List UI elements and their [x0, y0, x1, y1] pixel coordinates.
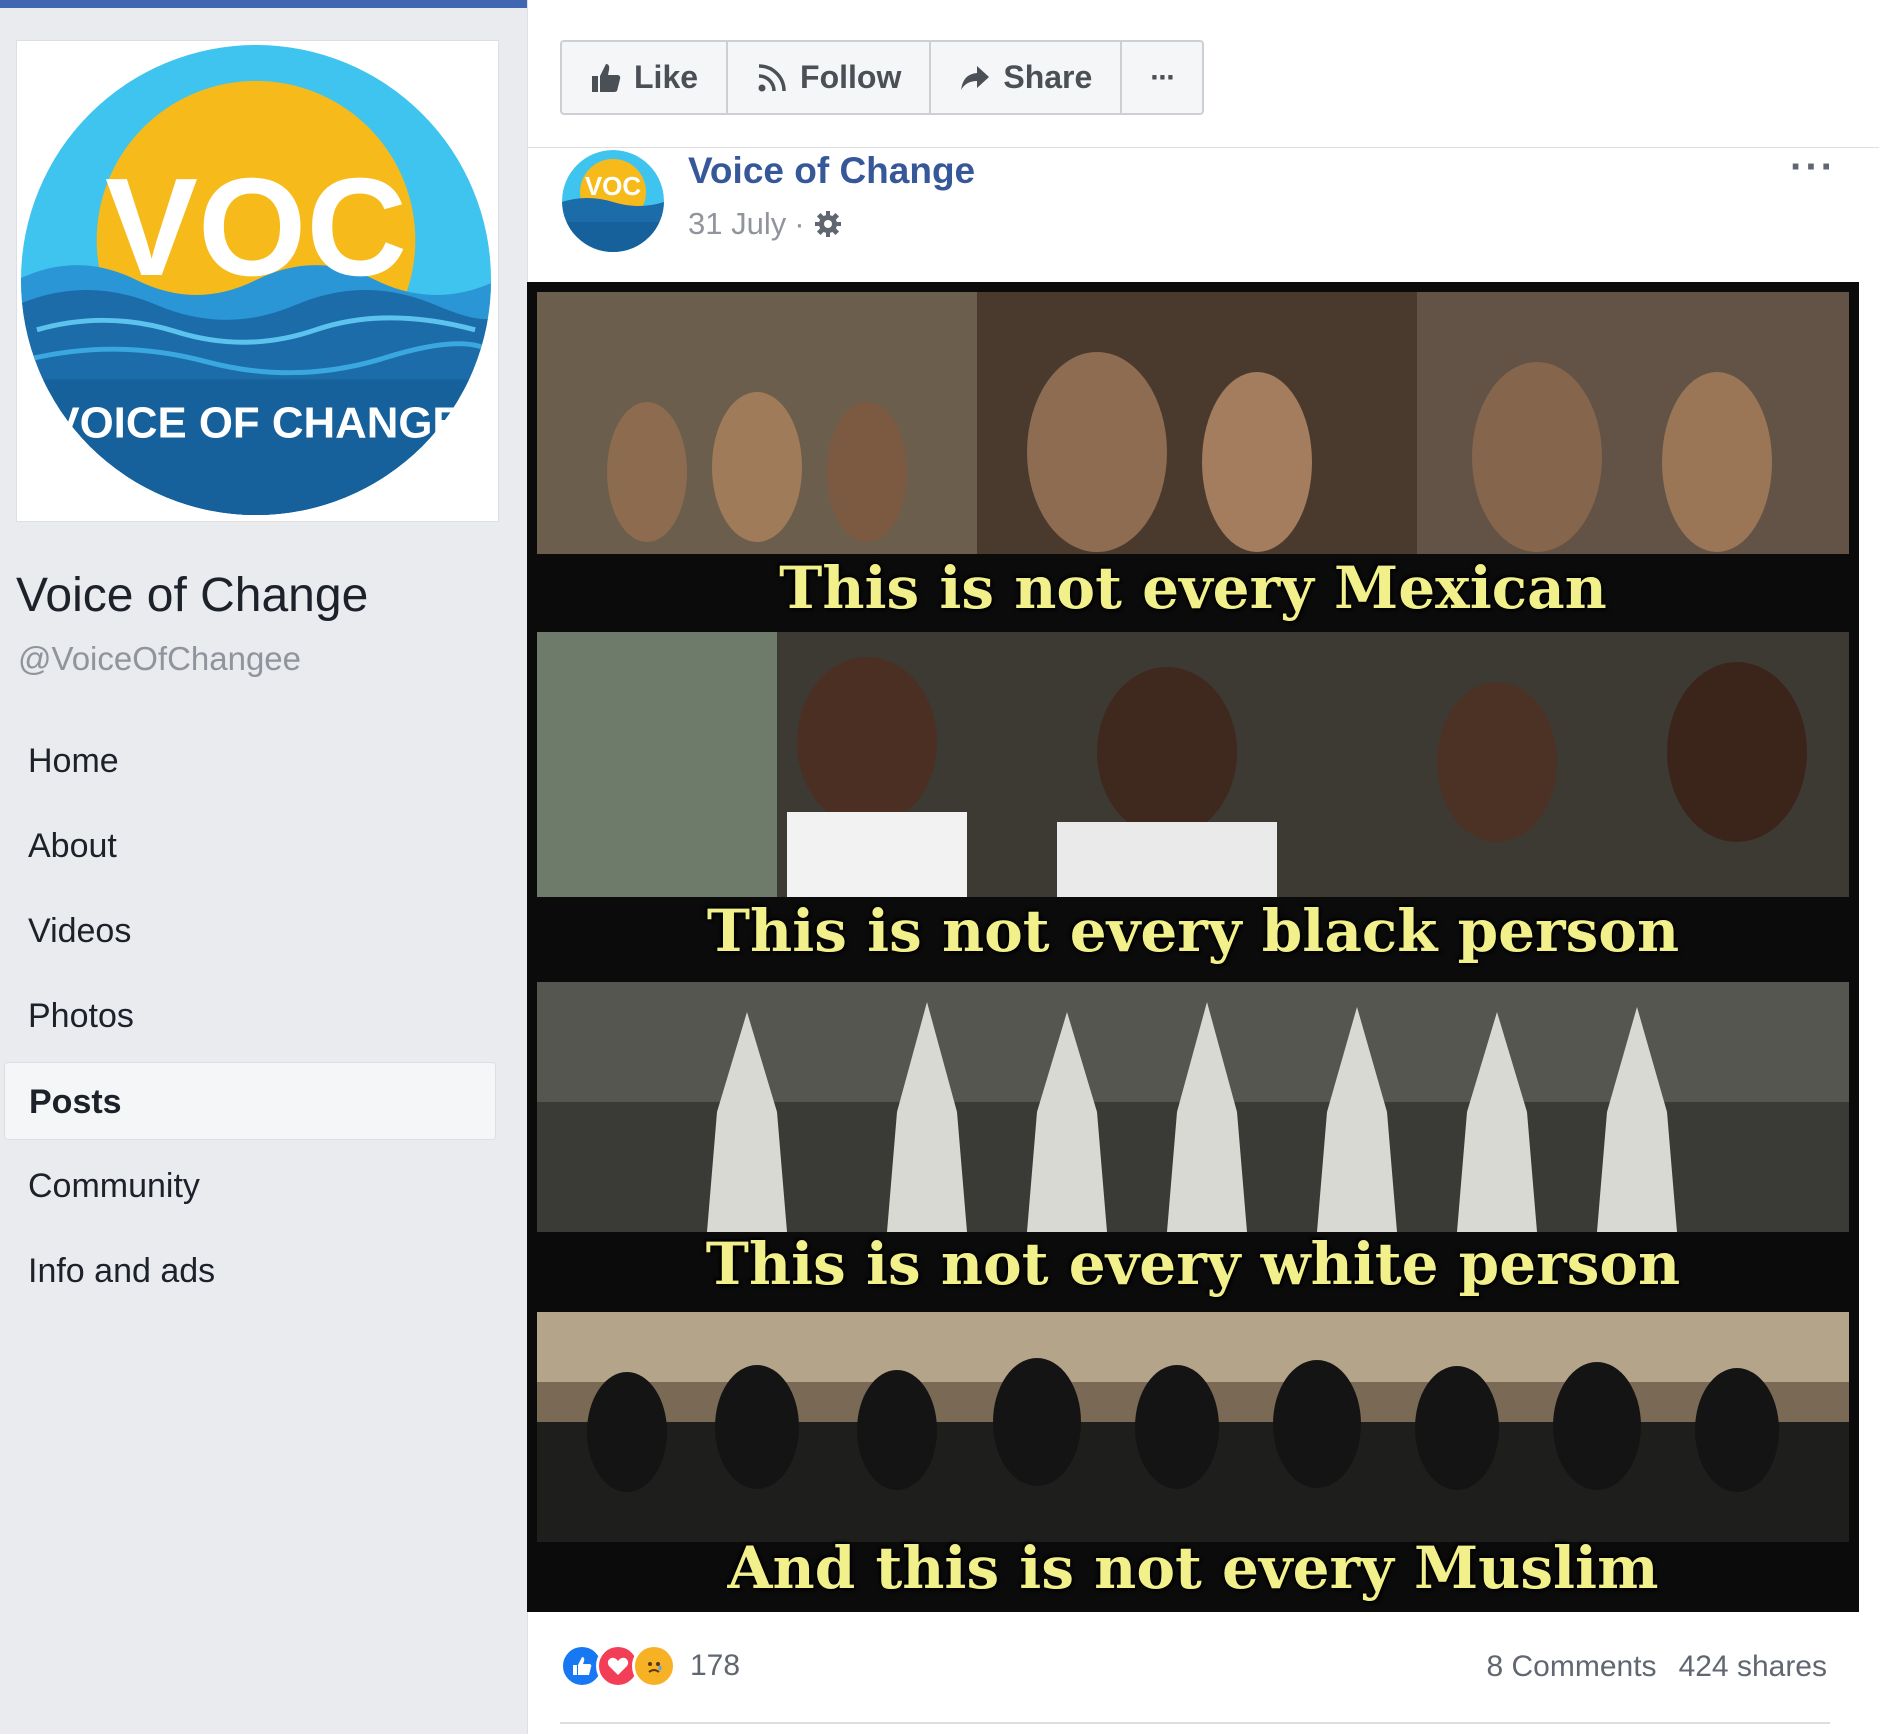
svg-text:VOICE OF CHANGE: VOICE OF CHANGE: [50, 398, 461, 447]
page-handle[interactable]: @VoiceOfChangee: [18, 640, 301, 678]
thumbs-up-icon: [592, 63, 621, 92]
post-options-button[interactable]: ···: [1790, 145, 1836, 190]
svg-text:VOC: VOC: [585, 171, 642, 201]
gang-photo: [537, 292, 1849, 554]
comments-count[interactable]: 8 Comments: [1487, 1650, 1657, 1684]
gear-icon[interactable]: [813, 209, 843, 239]
post-meta: 31 July ·: [688, 206, 843, 242]
post-author-name[interactable]: Voice of Change: [688, 150, 975, 192]
more-options-icon: ···: [1150, 60, 1176, 94]
page-action-buttons: Like Follow Share ···: [560, 40, 1205, 115]
photo-panel-3: [537, 982, 1849, 1232]
reactions-summary[interactable]: 178: [560, 1644, 740, 1688]
photo-panel-2: [537, 632, 1849, 897]
image-caption-1: This is not every Mexican: [779, 554, 1607, 622]
shares-count[interactable]: 424 shares: [1679, 1650, 1827, 1684]
image-caption-4: And this is not every Muslim: [727, 1534, 1659, 1602]
reaction-count[interactable]: 178: [690, 1649, 740, 1683]
robed-figures-photo: [537, 982, 1849, 1232]
nav-item-photos[interactable]: Photos: [4, 977, 496, 1055]
share-arrow-icon: [961, 65, 990, 90]
post-stats: 8 Comments 424 shares: [1487, 1650, 1828, 1684]
photo-panel-4: [537, 1312, 1849, 1542]
like-button[interactable]: Like: [562, 42, 729, 113]
nav-item-videos[interactable]: Videos: [4, 892, 496, 970]
post-date[interactable]: 31 July: [688, 206, 786, 242]
follow-button-label: Follow: [800, 59, 902, 95]
crowd-photo: [537, 632, 1849, 897]
page-title[interactable]: Voice of Change: [16, 568, 368, 623]
share-button[interactable]: Share: [931, 42, 1123, 113]
voc-avatar-logo: VOC: [562, 150, 664, 252]
follow-button[interactable]: Follow: [728, 42, 932, 113]
like-button-label: Like: [634, 59, 699, 95]
svg-text:VOC: VOC: [105, 149, 407, 305]
image-caption-2: This is not every black person: [706, 897, 1680, 965]
post-image[interactable]: This is not every Mexican This is not ev…: [527, 282, 1859, 1612]
armed-group-photo: [537, 1312, 1849, 1542]
nav-item-info-and-ads[interactable]: Info and ads: [4, 1232, 496, 1310]
page-profile-picture[interactable]: VOC VOICE OF CHANGE: [16, 40, 499, 522]
page-nav: Home About Videos Photos Posts Community…: [4, 722, 496, 1317]
more-options-button[interactable]: ···: [1122, 42, 1202, 113]
post-divider: [560, 1722, 1830, 1724]
voc-logo: VOC VOICE OF CHANGE: [17, 41, 498, 521]
nav-item-home[interactable]: Home: [4, 722, 496, 800]
photo-panel-1: [537, 292, 1849, 554]
sad-reaction-icon: [632, 1644, 676, 1688]
nav-item-community[interactable]: Community: [4, 1147, 496, 1225]
rss-follow-icon: [758, 63, 786, 91]
image-caption-3: This is not every white person: [705, 1230, 1681, 1298]
share-button-label: Share: [1003, 59, 1093, 95]
post-meta-separator: ·: [794, 206, 805, 241]
post-author-avatar[interactable]: VOC: [562, 150, 664, 252]
nav-item-posts[interactable]: Posts: [4, 1062, 496, 1140]
nav-item-about[interactable]: About: [4, 807, 496, 885]
